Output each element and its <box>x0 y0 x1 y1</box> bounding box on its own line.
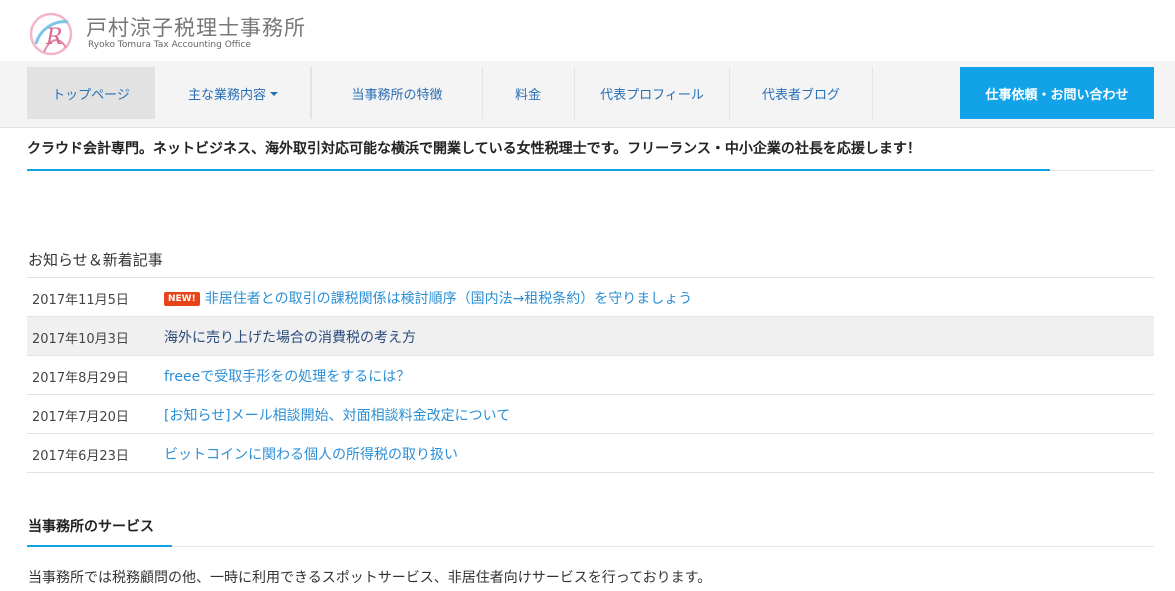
services-underline <box>27 545 172 547</box>
caret-down-icon <box>270 92 278 96</box>
news-date: 2017年6月23日 <box>32 449 129 464</box>
nav-label: 代表プロフィール <box>600 87 704 103</box>
logo-icon[interactable]: R <box>26 8 76 60</box>
services-text: 当事務所では税務顧問の他、一時に利用できるスポットサービス、非居住者向けサービス… <box>28 570 712 586</box>
nav-label: 当事務所の特徴 <box>351 87 443 103</box>
nav-item-features[interactable]: 当事務所の特徴 <box>311 67 483 119</box>
news-link[interactable]: 海外に売り上げた場合の消費税の考え方 <box>164 327 416 347</box>
nav-item-profile[interactable]: 代表プロフィール <box>575 67 730 119</box>
nav-label: 料金 <box>514 87 541 103</box>
news-link[interactable]: NEW! 非居住者との取引の課税関係は検討順序（国内法→租税条約）を守りましょう <box>164 288 692 308</box>
nav-label: 代表者ブログ <box>761 87 840 103</box>
new-badge: NEW! <box>164 292 200 306</box>
news-list: 2017年11月5日 NEW! 非居住者との取引の課税関係は検討順序（国内法→租税… <box>27 277 1154 473</box>
news-item: 2017年7月20日 [お知らせ]メール相談開始、対面相談料金改定について <box>27 395 1154 434</box>
news-link[interactable]: [お知らせ]メール相談開始、対面相談料金改定について <box>164 405 510 425</box>
nav-item-services[interactable]: 主な業務内容 <box>156 67 311 119</box>
news-item: 2017年11月5日 NEW! 非居住者との取引の課税関係は検討順序（国内法→租税… <box>27 278 1154 317</box>
main-nav: トップページ 主な業務内容 当事務所の特徴 料金 代表プロフィール 代表者ブログ… <box>0 61 1175 128</box>
news-link[interactable]: freeeで受取手形をの処理をするには？ <box>164 366 410 386</box>
nav-label: 主な業務内容 <box>187 87 266 103</box>
news-link[interactable]: ビットコインに関わる個人の所得税の取り扱い <box>164 444 458 464</box>
contact-button[interactable]: 仕事依頼・お問い合わせ <box>960 67 1154 119</box>
nav-item-blog[interactable]: 代表者ブログ <box>730 67 873 119</box>
news-item: 2017年6月23日 ビットコインに関わる個人の所得税の取り扱い <box>27 434 1154 473</box>
site-header: R 戸村涼子税理士事務所 Ryoko Tomura Tax Accounting… <box>0 0 1175 61</box>
news-date: 2017年8月29日 <box>32 371 129 386</box>
services-heading: 当事務所のサービス <box>28 519 154 535</box>
news-date: 2017年11月5日 <box>32 293 129 308</box>
news-heading: お知らせ＆新着記事 <box>28 251 163 269</box>
tagline-section: クラウド会計専門。ネットビジネス、海外取引対応可能な横浜で開業している女性税理士… <box>27 128 1154 171</box>
nav-item-pricing[interactable]: 料金 <box>482 67 575 119</box>
nav-label: トップページ <box>52 87 130 103</box>
news-date: 2017年7月20日 <box>32 410 129 425</box>
news-date: 2017年10月3日 <box>32 332 129 347</box>
news-item: 2017年8月29日 freeeで受取手形をの処理をするには？ <box>27 356 1154 395</box>
nav-item-top[interactable]: トップページ <box>27 67 155 119</box>
services-section: 当事務所のサービス <box>27 508 1154 547</box>
site-title[interactable]: 戸村涼子税理士事務所 <box>86 12 306 42</box>
svg-text:R: R <box>45 25 63 50</box>
news-item: 2017年10月3日 海外に売り上げた場合の消費税の考え方 <box>27 317 1154 356</box>
news-link-text: 非居住者との取引の課税関係は検討順序（国内法→租税条約）を守りましょう <box>204 291 693 307</box>
tagline: クラウド会計専門。ネットビジネス、海外取引対応可能な横浜で開業している女性税理士… <box>27 141 921 157</box>
tagline-underline <box>27 169 1050 171</box>
site-subtitle: Ryoko Tomura Tax Accounting Office <box>88 40 251 50</box>
